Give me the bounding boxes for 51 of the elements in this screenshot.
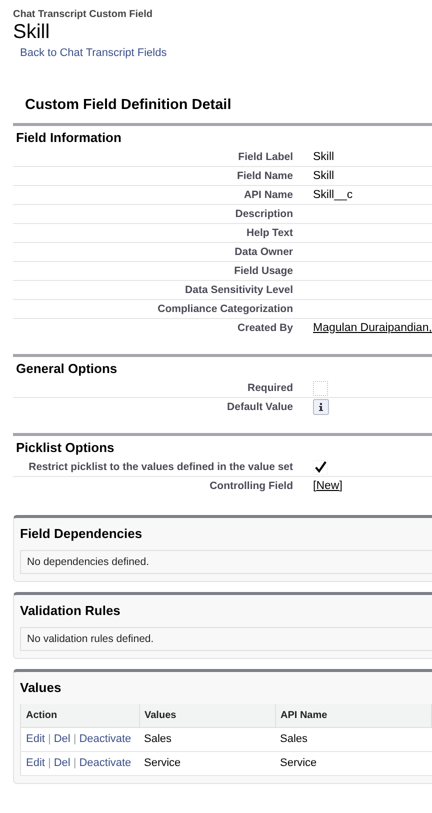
- column-header: Action: [20, 704, 139, 728]
- separator: |: [48, 733, 51, 745]
- field-label: Field Usage: [233, 264, 293, 279]
- related-list-title: Field Dependencies: [20, 525, 144, 543]
- table-cell: Service: [275, 752, 432, 776]
- field-value: Skill__c: [313, 189, 353, 201]
- user-link[interactable]: Magulan Duraipandian,: [313, 322, 432, 334]
- action-link[interactable]: Deactivate: [79, 733, 132, 745]
- action-link[interactable]: Edit: [26, 757, 45, 769]
- field-label: Controlling Field: [208, 479, 293, 494]
- related-list-title: Values: [20, 679, 62, 697]
- empty-message: No dependencies defined.: [20, 550, 432, 574]
- empty-message: No validation rules defined.: [20, 627, 432, 651]
- table-cell: Sales: [275, 728, 432, 752]
- back-link[interactable]: Back to Chat Transcript Fields: [20, 47, 167, 59]
- bracket: ]: [339, 480, 342, 492]
- separator: |: [73, 757, 76, 769]
- action-link[interactable]: Del: [54, 757, 70, 769]
- section-title: General Options: [15, 360, 118, 378]
- field-label: Field Name: [236, 169, 293, 184]
- field-label: Description: [234, 207, 293, 222]
- page-title: Skill: [13, 21, 51, 43]
- field-label: Data Sensitivity Level: [184, 283, 293, 298]
- bracket: [: [313, 480, 316, 492]
- field-label: Field Label: [237, 150, 293, 165]
- info-icon[interactable]: [313, 399, 329, 415]
- field-value: Skill: [313, 170, 334, 182]
- field-label: Created By: [236, 321, 293, 336]
- section-title: Field Information: [15, 129, 122, 147]
- field-label: Data Owner: [234, 245, 293, 260]
- field-label: API Name: [242, 188, 293, 203]
- separator: |: [73, 733, 76, 745]
- related-list-title: Validation Rules: [20, 602, 122, 620]
- field-label: Compliance Categorization: [156, 302, 293, 317]
- detail-title: Custom Field Definition Detail: [25, 97, 232, 113]
- action-link[interactable]: Del: [54, 733, 70, 745]
- action-link[interactable]: Edit: [26, 733, 45, 745]
- column-header: API Name: [275, 704, 432, 728]
- field-label: Required: [246, 381, 293, 396]
- section-title: Picklist Options: [15, 439, 116, 457]
- column-header: Values: [139, 704, 275, 728]
- table-cell: Sales: [139, 728, 275, 752]
- object-type-label: Chat Transcript Custom Field: [13, 9, 154, 21]
- action-link[interactable]: Deactivate: [79, 757, 132, 769]
- new-link[interactable]: New: [316, 480, 340, 492]
- table-cell: Service: [139, 752, 275, 776]
- field-label: Default Value: [226, 400, 293, 415]
- field-label: Help Text: [246, 226, 293, 241]
- field-value: Skill: [313, 151, 334, 163]
- field-label: Restrict picklist to the values defined in the value set: [28, 460, 293, 475]
- separator: |: [48, 757, 51, 769]
